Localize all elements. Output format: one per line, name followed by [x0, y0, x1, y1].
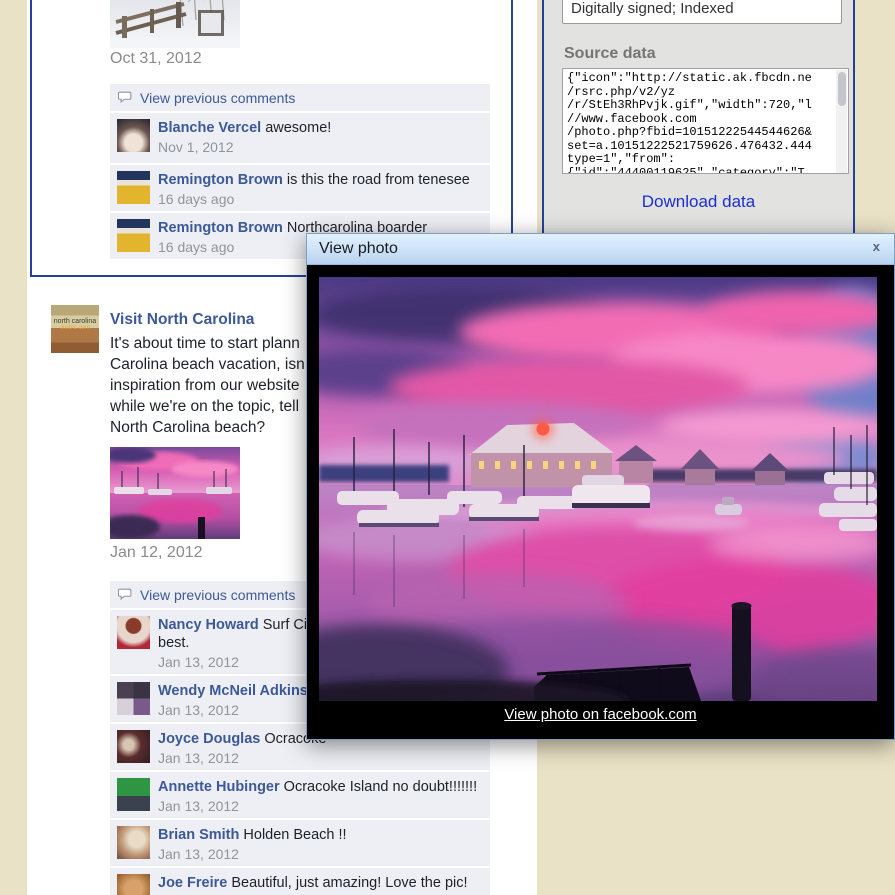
- view-photo-dialog: View photo x View photo on facebook.com: [306, 233, 895, 740]
- signed-status-field[interactable]: Digitally signed; Indexed: [562, 0, 842, 24]
- post1-view-previous-comments[interactable]: View previous comments: [110, 84, 490, 111]
- comment-row: Brian Smith Holden Beach !! Jan 13, 2012: [110, 820, 490, 866]
- comment-text: is this the road from tenesee: [286, 172, 470, 188]
- comment-text: Beautiful, just amazing! Love the pic!: [231, 875, 468, 891]
- source-data-json: {"icon":"http://static.ak.fbcdn.ne /rsrc…: [567, 71, 812, 174]
- dialog-titlebar[interactable]: View photo x: [307, 234, 894, 265]
- download-data-link[interactable]: Download data: [544, 192, 853, 212]
- comment-date: Jan 13, 2012: [158, 798, 239, 814]
- view-previous-label: View previous comments: [140, 586, 296, 603]
- source-data-label: Source data: [564, 45, 656, 62]
- post1-photo-thumbnail[interactable]: [110, 0, 240, 48]
- commenter-name[interactable]: Brian Smith: [158, 827, 239, 843]
- dialog-title: View photo: [319, 240, 398, 257]
- comment-text: Holden Beach !!: [243, 827, 347, 843]
- post2-date: Jan 12, 2012: [110, 544, 203, 561]
- comments-bubble-icon: [118, 91, 132, 104]
- comment-date: 16 days ago: [158, 191, 235, 207]
- comment-text-line2: best.: [158, 635, 190, 651]
- comment-text: awesome!: [265, 120, 332, 136]
- avatar-caption-url: visitnc.com: [60, 325, 90, 331]
- avatar-caption: north carolina: [53, 318, 97, 325]
- comment-text: Ocracoke Island no doubt!!!!!!!: [283, 779, 478, 795]
- commenter-name[interactable]: Joyce Douglas: [158, 731, 260, 747]
- commenter-name[interactable]: Annette Hubinger: [158, 779, 280, 795]
- view-previous-label: View previous comments: [140, 89, 296, 106]
- photo-viewer-area: View photo on facebook.com: [307, 265, 894, 739]
- photo-sunset-marina: [319, 277, 877, 701]
- avatar[interactable]: [117, 119, 150, 152]
- comment-text: Surf Cit: [262, 617, 312, 633]
- commenter-name[interactable]: Blanche Vercel: [158, 120, 261, 136]
- post-author-link[interactable]: Visit North Carolina: [110, 311, 254, 329]
- avatar[interactable]: [117, 730, 150, 763]
- comment-date: Jan 13, 2012: [158, 702, 239, 718]
- avatar[interactable]: [117, 826, 150, 859]
- scrollbar-track[interactable]: [836, 70, 847, 173]
- post2-photo-thumbnail[interactable]: [110, 447, 240, 539]
- comment-date: Nov 1, 2012: [158, 139, 234, 155]
- comment-row: Joe Freire Beautiful, just amazing! Love…: [110, 868, 490, 895]
- page-avatar-visit-north-carolina[interactable]: north carolina visitnc.com: [51, 305, 99, 353]
- comments-bubble-icon: [118, 588, 132, 601]
- scrollbar-thumb[interactable]: [837, 72, 846, 106]
- comment-date: Jan 13, 2012: [158, 750, 239, 766]
- comment-date: Jan 13, 2012: [158, 846, 239, 862]
- commenter-name[interactable]: Remington Brown: [158, 172, 283, 188]
- comment-row: Annette Hubinger Ocracoke Island no doub…: [110, 772, 490, 818]
- avatar[interactable]: [117, 219, 150, 252]
- comment-date: Jan 13, 2012: [158, 654, 239, 670]
- avatar[interactable]: [117, 682, 150, 715]
- post1-date: Oct 31, 2012: [110, 50, 202, 67]
- commenter-name[interactable]: Nancy Howard: [158, 617, 259, 633]
- close-icon[interactable]: x: [873, 239, 880, 254]
- avatar[interactable]: [117, 778, 150, 811]
- avatar[interactable]: [117, 171, 150, 204]
- avatar[interactable]: [117, 616, 150, 649]
- comment-row: Blanche Vercel awesome! Nov 1, 2012: [110, 113, 490, 163]
- commenter-name[interactable]: Joe Freire: [158, 875, 227, 891]
- commenter-name[interactable]: Wendy McNeil Adkins: [158, 683, 308, 699]
- source-data-textarea[interactable]: {"icon":"http://static.ak.fbcdn.ne /rsrc…: [562, 68, 849, 174]
- commenter-name[interactable]: Remington Brown: [158, 220, 283, 236]
- view-photo-facebook-link[interactable]: View photo on facebook.com: [307, 706, 894, 723]
- comment-row: Remington Brown is this the road from te…: [110, 165, 490, 211]
- avatar[interactable]: [117, 874, 150, 895]
